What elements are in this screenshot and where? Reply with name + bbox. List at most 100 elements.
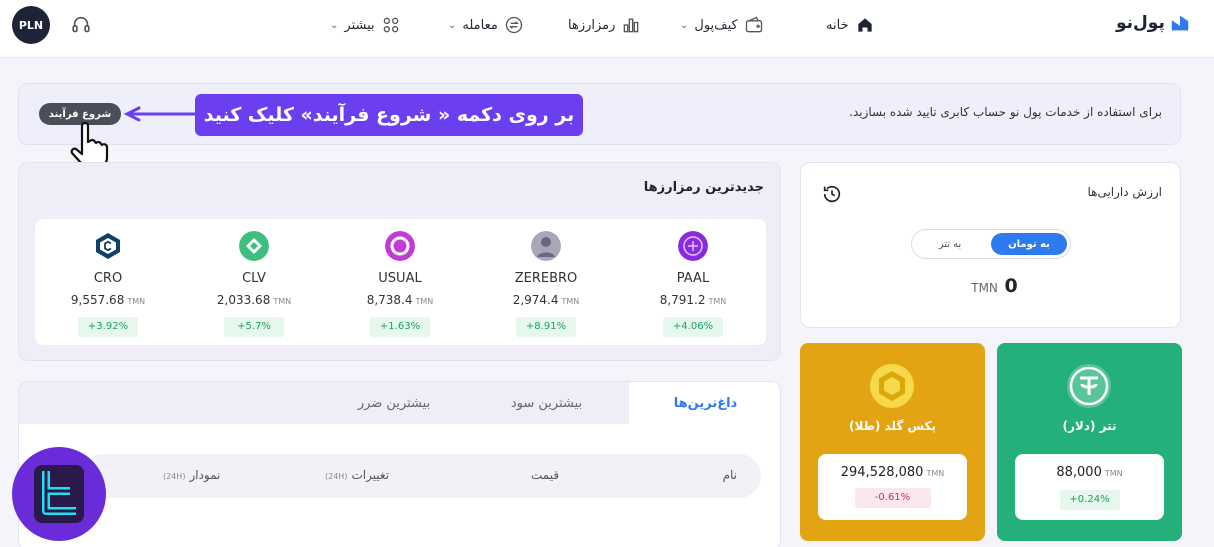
coin-name: CRO: [93, 271, 123, 286]
gold-price-box: 294,528,080 TMN -0.61%: [818, 454, 967, 520]
chevron-down-icon: ⌄: [330, 19, 339, 31]
price-value: 8,738.4: [366, 293, 413, 307]
coin-price: 8,738.4 TMN: [327, 293, 473, 307]
gold-card[interactable]: پکس گلد (طلا) 294,528,080 TMN -0.61%: [800, 343, 985, 541]
verification-banner: برای استفاده از خدمات پول نو حساب کابری …: [18, 83, 1181, 145]
price-value: 2,033.68: [216, 293, 271, 307]
coin-price: 2,974.4 TMN: [473, 293, 619, 307]
col-name: نام: [722, 468, 737, 482]
nav-cryptos-label: رمزارزها: [568, 17, 616, 33]
nav-cryptos[interactable]: رمزارزها: [568, 14, 641, 36]
logo-mark-icon: [1171, 15, 1189, 31]
arrow-icon: [123, 106, 197, 122]
newest-coins-panel: جدیدترین رمزارزها PAAL 8,791.2 TMN +4.06%…: [18, 162, 781, 361]
pax-gold-icon: [870, 364, 914, 408]
coin-name: USUAL: [378, 271, 422, 286]
coin-price: 2,033.68 TMN: [181, 293, 327, 307]
col-chart-period: (24H): [163, 472, 186, 481]
asset-total: TMN 0: [801, 275, 1182, 297]
change-badge: +1.63%: [370, 317, 430, 337]
clv-icon: [239, 231, 269, 261]
asset-unit: TMN: [971, 281, 998, 295]
nav-home[interactable]: خانه: [826, 14, 875, 36]
price-value: 8,791.2: [659, 293, 706, 307]
change-badge: +8.91%: [516, 317, 576, 337]
gold-change-badge: -0.61%: [854, 488, 931, 508]
col-change: (24H) تغییرات: [325, 468, 389, 482]
gold-price-unit: TMN: [926, 469, 945, 478]
paal-icon: [678, 231, 708, 261]
tab-gainers-label: بیشترین سود: [510, 395, 583, 411]
home-icon: [857, 18, 872, 32]
banner-text: برای استفاده از خدمات پول نو حساب کابری …: [849, 105, 1162, 119]
usual-icon: [385, 231, 415, 261]
col-chart-label: نمودار: [189, 468, 221, 482]
price-unit: TMN: [415, 297, 434, 306]
gold-name: پکس گلد (طلا): [849, 419, 936, 433]
tab-gainers[interactable]: بیشترین سود: [469, 382, 624, 424]
tether-price-value: 88,000: [1056, 465, 1102, 480]
brand-logo[interactable]: پول‌نو: [1116, 12, 1191, 34]
coins-list: PAAL 8,791.2 TMN +4.06% ZEREBRO 2,974.4 TM…: [35, 219, 766, 345]
coin-name: PAAL: [676, 271, 710, 286]
gold-price: 294,528,080 TMN: [818, 465, 967, 480]
coin-price: 9,557.68 TMN: [35, 293, 181, 307]
toggle-tether-label: به تتر: [938, 238, 962, 250]
price-unit: TMN: [561, 297, 580, 306]
wallet-icon: [745, 16, 762, 33]
gold-price-value: 294,528,080: [840, 465, 924, 480]
headset-icon[interactable]: [70, 14, 92, 36]
tab-hot-label: داغ‌ترین‌ها: [673, 395, 738, 411]
nav-wallet-label: کیف‌پول: [694, 17, 738, 33]
nav-wallet[interactable]: ⌄ کیف‌پول: [680, 14, 764, 36]
price-unit: TMN: [127, 297, 146, 306]
toggle-toman[interactable]: به تومان: [991, 233, 1067, 255]
tether-price-box: 88,000 TMN +0.24%: [1015, 454, 1164, 520]
brand-name: پول‌نو: [1116, 13, 1165, 33]
toggle-toman-label: به تومان: [1008, 238, 1050, 250]
price-unit: TMN: [708, 297, 727, 306]
history-icon[interactable]: [821, 183, 843, 205]
tab-losers-label: بیشترین ضرر: [357, 395, 431, 411]
tether-card[interactable]: تتر (دلار) 88,000 TMN +0.24%: [997, 343, 1182, 541]
exchange-icon: [505, 16, 522, 34]
nav-trade-label: معامله: [462, 17, 498, 33]
price-value: 9,557.68: [70, 293, 125, 307]
tether-price: 88,000 TMN: [1015, 465, 1164, 480]
price-unit: TMN: [273, 297, 292, 306]
col-chart: (24H) نمودار: [163, 468, 220, 482]
col-price: قیمت: [531, 468, 560, 482]
coin-card-paal[interactable]: PAAL 8,791.2 TMN +4.06%: [620, 231, 766, 337]
tether-icon: [1067, 364, 1111, 408]
nav-more[interactable]: ⌄ بیشتر: [330, 14, 401, 36]
tether-change-badge: +0.24%: [1059, 490, 1120, 510]
nav-trade[interactable]: ⌄ معامله: [448, 14, 524, 36]
change-badge: +5.7%: [224, 317, 284, 337]
tab-hot[interactable]: داغ‌ترین‌ها: [629, 382, 780, 424]
watermark-logo: [12, 447, 106, 541]
top-bar: PLN ⌄ بیشتر ⌄ معامله رمزارزها ⌄ کیف‌پول …: [0, 0, 1214, 58]
price-value: 2,974.4: [512, 293, 559, 307]
chevron-down-icon: ⌄: [680, 19, 689, 31]
table-header: نام قیمت (24H) تغییرات (24H) نمودار: [81, 454, 761, 498]
asset-title: ارزش دارایی‌ها: [1087, 185, 1162, 199]
coin-card-cro[interactable]: CRO 9,557.68 TMN +3.92%: [35, 231, 181, 337]
coin-card-usual[interactable]: USUAL 8,738.4 TMN +1.63%: [327, 231, 473, 337]
cro-icon: [96, 233, 120, 259]
zerebro-icon: [531, 231, 561, 261]
grid-icon: [383, 17, 398, 33]
market-tabs: داغ‌ترین‌ها بیشترین سود بیشترین ضرر: [19, 382, 780, 424]
callout-text: بر روی دکمه « شروع فرآیند» کلیک کنید: [203, 104, 575, 126]
avatar-label: PLN: [18, 18, 44, 32]
start-process-label: شروع فرآیند: [48, 108, 112, 120]
avatar[interactable]: PLN: [12, 6, 50, 44]
toggle-tether[interactable]: به تتر: [915, 233, 985, 255]
tether-name: تتر (دلار): [1062, 419, 1117, 433]
coin-card-clv[interactable]: CLV 2,033.68 TMN +5.7%: [181, 231, 327, 337]
instruction-callout: بر روی دکمه « شروع فرآیند» کلیک کنید: [195, 94, 583, 136]
currency-toggle: به تومان به تتر: [911, 229, 1071, 259]
tab-losers[interactable]: بیشترین ضرر: [319, 382, 469, 424]
coin-name: ZEREBRO: [514, 271, 578, 286]
nav-home-label: خانه: [826, 17, 849, 33]
coin-card-zerebro[interactable]: ZEREBRO 2,974.4 TMN +8.91%: [473, 231, 619, 337]
